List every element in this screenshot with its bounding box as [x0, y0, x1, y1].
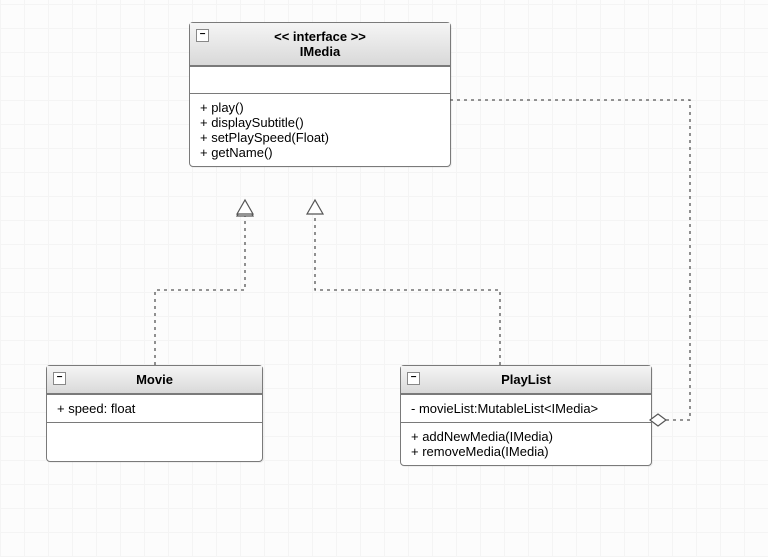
- method: + addNewMedia(IMedia): [411, 429, 641, 444]
- edge-playlist-implements-imedia: [307, 200, 500, 365]
- method: + getName(): [200, 145, 440, 160]
- method: + setPlaySpeed(Float): [200, 130, 440, 145]
- class-movie[interactable]: − Movie + speed: float: [46, 365, 263, 462]
- collapse-icon[interactable]: −: [196, 29, 209, 42]
- method: + displaySubtitle(): [200, 115, 440, 130]
- attribute: - movieList:MutableList<IMedia>: [411, 401, 641, 416]
- attribute: + speed: float: [57, 401, 252, 416]
- class-header: − Movie: [47, 366, 262, 394]
- attributes-section: [190, 66, 450, 93]
- collapse-icon[interactable]: −: [53, 372, 66, 385]
- methods-section: [47, 422, 262, 461]
- class-playlist[interactable]: − PlayList - movieList:MutableList<IMedi…: [400, 365, 652, 466]
- attributes-section: + speed: float: [47, 394, 262, 422]
- class-imedia[interactable]: − << interface >> IMedia + play() + disp…: [189, 22, 451, 167]
- stereotype-label: << interface >>: [198, 29, 442, 44]
- class-name: PlayList: [409, 372, 643, 387]
- class-header: − PlayList: [401, 366, 651, 394]
- collapse-icon[interactable]: −: [407, 372, 420, 385]
- class-name: Movie: [55, 372, 254, 387]
- edge-movie-implements-imedia: [155, 200, 253, 365]
- method: + play(): [200, 100, 440, 115]
- class-header: − << interface >> IMedia: [190, 23, 450, 66]
- methods-section: + play() + displaySubtitle() + setPlaySp…: [190, 93, 450, 166]
- class-name: IMedia: [198, 44, 442, 59]
- attributes-section: - movieList:MutableList<IMedia>: [401, 394, 651, 422]
- method: + removeMedia(IMedia): [411, 444, 641, 459]
- methods-section: + addNewMedia(IMedia) + removeMedia(IMed…: [401, 422, 651, 465]
- uml-canvas: − << interface >> IMedia + play() + disp…: [0, 0, 768, 557]
